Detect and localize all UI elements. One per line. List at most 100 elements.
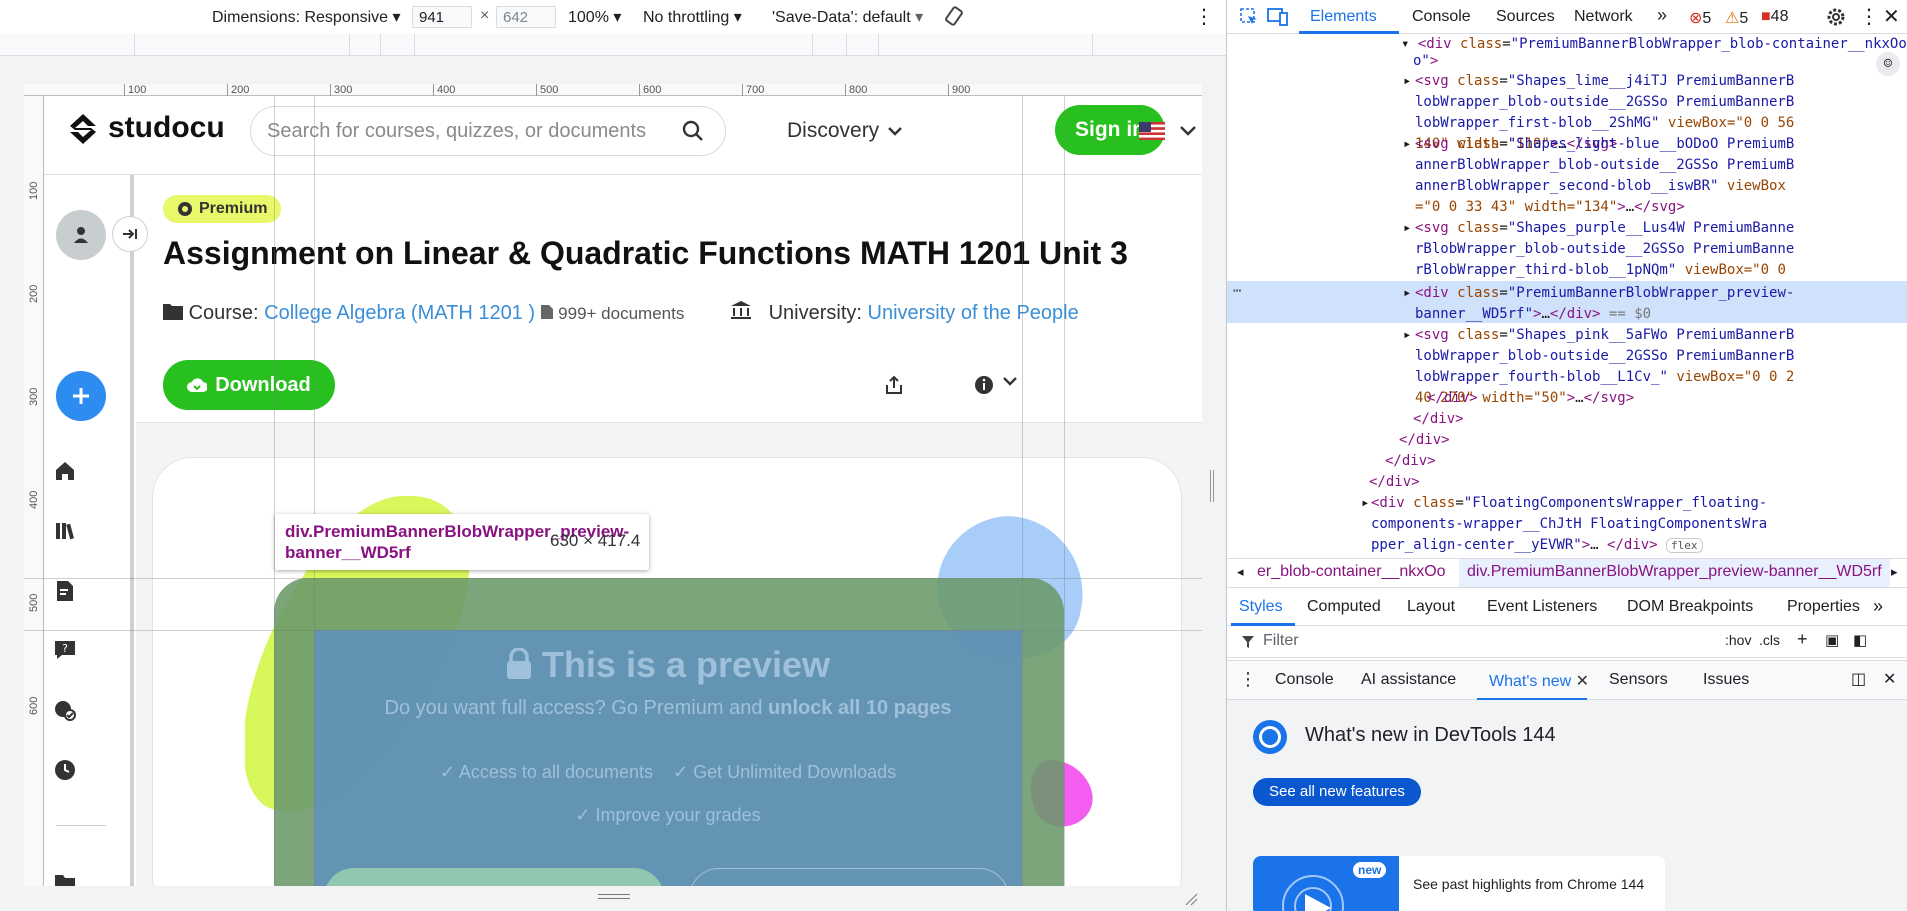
dom-close-tag: </div>	[1369, 474, 1420, 490]
tab-properties[interactable]: Properties	[1787, 598, 1860, 616]
settings-gear-icon[interactable]	[1826, 7, 1846, 27]
avatar[interactable]	[56, 210, 106, 260]
close-drawer-icon[interactable]: ✕	[1883, 669, 1896, 689]
breadcrumb-current[interactable]: div.PremiumBannerBlobWrapper_preview-ban…	[1459, 559, 1890, 587]
ruler-tick-label: 500	[28, 593, 40, 612]
width-input[interactable]: 941	[412, 6, 472, 28]
info-dropdown[interactable]	[974, 375, 1018, 395]
breadcrumb-scroll-right-icon[interactable]: ▸	[1891, 564, 1898, 580]
device-toggle-icon[interactable]	[1267, 7, 1289, 27]
dock-drawer-icon[interactable]: ◫	[1851, 669, 1866, 689]
share-button[interactable]	[884, 375, 904, 400]
course-label: Course:	[188, 302, 259, 324]
dimensions-dropdown[interactable]: Dimensions: Responsive ▾	[212, 7, 401, 27]
logo-text: studocu	[108, 111, 225, 144]
tab-sources[interactable]: Sources	[1496, 8, 1555, 26]
tab-event-listeners[interactable]: Event Listeners	[1487, 598, 1597, 616]
search-box[interactable]: Search for courses, quizzes, or document…	[250, 106, 726, 156]
inspect-element-icon[interactable]	[1239, 7, 1259, 27]
search-input[interactable]: Search for courses, quizzes, or document…	[267, 120, 646, 143]
breadcrumb-item[interactable]: er_blob-container__nkxOo	[1257, 563, 1446, 581]
tab-elements[interactable]: Elements	[1310, 8, 1377, 26]
create-button[interactable]	[56, 371, 106, 421]
save-data-dropdown[interactable]: 'Save-Data': default ▾	[772, 7, 923, 27]
hov-toggle[interactable]: :hov	[1725, 632, 1751, 648]
expand-arrow-icon[interactable]: ▸	[1403, 134, 1411, 155]
height-input[interactable]: 642	[496, 6, 556, 28]
error-count[interactable]: ⊗5	[1689, 8, 1711, 28]
sidebar-item-library[interactable]	[52, 518, 78, 544]
language-selector[interactable]	[1139, 121, 1201, 146]
expand-arrow-icon[interactable]: ▸	[1403, 71, 1411, 92]
drawer-tab-whats-new[interactable]: What's new ✕	[1489, 671, 1589, 691]
drawer-tab-sensors[interactable]: Sensors	[1609, 671, 1668, 689]
more-options-icon[interactable]: ⋮	[1859, 4, 1879, 29]
course-link[interactable]: College Algebra (MATH 1201 )	[264, 302, 535, 324]
issue-count[interactable]: ■48	[1761, 8, 1788, 26]
highlights-card[interactable]: new See past highlights from Chrome 144	[1253, 856, 1665, 911]
close-devtools-icon[interactable]: ✕	[1883, 4, 1900, 29]
tab-layout[interactable]: Layout	[1407, 598, 1455, 616]
whats-new-title: What's new in DevTools 144	[1305, 724, 1556, 746]
expand-arrow-icon[interactable]: ▸	[1403, 218, 1411, 239]
tab-styles[interactable]: Styles	[1239, 598, 1283, 616]
ruler-tick-label: 600	[28, 696, 40, 715]
drawer-tab-ai-assistance[interactable]: AI assistance	[1361, 671, 1456, 689]
studocu-logo[interactable]: studocu	[64, 108, 225, 148]
guide-line	[314, 96, 315, 886]
tab-computed[interactable]: Computed	[1307, 598, 1381, 616]
rendering-emulation-icon[interactable]: ▣	[1825, 631, 1839, 649]
throttling-dropdown[interactable]: No throttling ▾	[643, 7, 742, 27]
benefit-improve-grades: Improve your grades	[595, 805, 761, 825]
more-options-icon[interactable]: ⋮	[1194, 4, 1214, 29]
resize-corner-icon[interactable]	[1182, 890, 1198, 906]
node-actions-icon[interactable]: ⋯	[1233, 281, 1241, 302]
more-tabs-icon[interactable]: »	[1657, 5, 1667, 26]
sidebar-item-questions[interactable]: ?	[52, 637, 78, 663]
sidebar-item-notes[interactable]	[52, 578, 78, 604]
tab-network[interactable]: Network	[1574, 8, 1633, 26]
download-button[interactable]: Download	[163, 360, 335, 410]
dom-node-blob-container[interactable]: ▾ <div class="PremiumBannerBlobWrapper_b…	[1401, 34, 1907, 55]
sidebar-item-home[interactable]	[52, 458, 78, 484]
warning-count-value: 5	[1739, 10, 1749, 27]
toggle-sidebar-icon[interactable]: ◧	[1853, 631, 1867, 649]
more-tabs-icon[interactable]: »	[1873, 596, 1883, 617]
premium-badge: Premium	[163, 195, 282, 223]
search-icon[interactable]	[681, 119, 705, 143]
dom-node-svg-light-blue[interactable]: <svg class="Shapes_light-blue__bODoO Pre…	[1415, 134, 1795, 218]
resize-handle-right[interactable]	[1210, 470, 1214, 502]
discovery-menu[interactable]: Discovery	[787, 119, 903, 143]
drawer-tab-console[interactable]: Console	[1275, 671, 1334, 689]
close-tab-icon[interactable]: ✕	[1576, 673, 1589, 690]
styles-filter-input[interactable]: Filter	[1263, 632, 1299, 650]
university-icon	[731, 301, 752, 319]
drawer-tab-issues[interactable]: Issues	[1703, 671, 1749, 689]
plus-icon	[73, 388, 89, 404]
dom-node-preview-banner[interactable]: <div class="PremiumBannerBlobWrapper_pre…	[1415, 283, 1795, 325]
sidebar-item-folder[interactable]	[52, 869, 78, 886]
expand-arrow-icon[interactable]: ▸	[1403, 283, 1411, 304]
sidebar-item-quiz[interactable]	[52, 697, 78, 723]
see-all-features-button[interactable]: See all new features	[1253, 778, 1421, 806]
dom-node-floating-components[interactable]: <div class="FloatingComponentsWrapper_fl…	[1371, 493, 1775, 556]
discovery-label: Discovery	[787, 119, 880, 142]
sidebar-item-recent[interactable]	[52, 757, 78, 783]
rotate-icon[interactable]	[943, 5, 965, 32]
expand-arrow-icon[interactable]: ▸	[1361, 493, 1369, 514]
tab-dom-breakpoints[interactable]: DOM Breakpoints	[1627, 598, 1753, 616]
breadcrumb-scroll-left-icon[interactable]: ◂	[1237, 564, 1244, 580]
flex-badge[interactable]: flex	[1666, 538, 1703, 553]
accessibility-icon[interactable]: ☺	[1876, 52, 1900, 76]
drawer-menu-icon[interactable]: ⋮	[1239, 669, 1257, 690]
new-style-rule-icon[interactable]: +	[1797, 629, 1808, 650]
expand-arrow-icon[interactable]: ▸	[1403, 325, 1411, 346]
university-link[interactable]: University of the People	[868, 302, 1079, 324]
cls-toggle[interactable]: .cls	[1759, 632, 1780, 648]
warning-count[interactable]: ⚠5	[1725, 8, 1748, 28]
new-badge: new	[1353, 862, 1387, 878]
zoom-dropdown[interactable]: 100% ▾	[568, 7, 621, 27]
resize-handle-bottom[interactable]	[24, 886, 1202, 911]
tab-console[interactable]: Console	[1412, 8, 1471, 26]
dom-line-wrap: o">	[1413, 53, 1439, 69]
